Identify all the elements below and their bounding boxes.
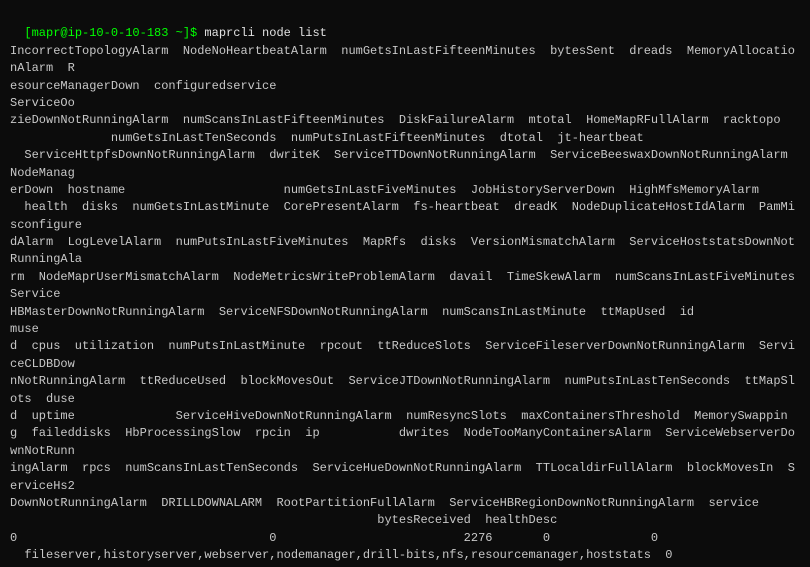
output-line: d cpus utilization numPutsInLastMinute r… xyxy=(10,338,800,373)
output-line: IncorrectTopologyAlarm NodeNoHeartbeatAl… xyxy=(10,43,800,78)
output-line: health disks numGetsInLastMinute CorePre… xyxy=(10,199,800,234)
output-line: fileserver,historyserver,webserver,nodem… xyxy=(10,547,800,564)
terminal-output: IncorrectTopologyAlarm NodeNoHeartbeatAl… xyxy=(10,43,800,567)
output-line: DownNotRunningAlarm DRILLDOWNALARM RootP… xyxy=(10,495,800,512)
output-line: erDown hostname numGetsInLastFiveMinutes… xyxy=(10,182,800,199)
output-line: HBMasterDownNotRunningAlarm ServiceNFSDo… xyxy=(10,304,800,339)
output-line: rm NodeMaprUserMismatchAlarm NodeMetrics… xyxy=(10,269,800,304)
terminal-window: [mapr@ip-10-0-10-183 ~]$ maprcli node li… xyxy=(0,0,810,567)
output-line: 0 0 2276 0 0 xyxy=(10,530,800,547)
terminal-command: maprcli node list xyxy=(197,26,327,40)
output-line: esourceManagerDown configuredservice Ser… xyxy=(10,78,800,113)
terminal-prompt: [mapr@ip-10-0-10-183 ~]$ xyxy=(24,26,197,40)
output-line: zieDownNotRunningAlarm numScansInLastFif… xyxy=(10,112,800,129)
output-line: bytesReceived healthDesc xyxy=(10,512,800,529)
output-line: ingAlarm rpcs numScansInLastTenSeconds S… xyxy=(10,460,800,495)
output-line: d uptime ServiceHiveDownNotRunningAlarm … xyxy=(10,408,800,425)
output-line: numGetsInLastTenSeconds numPutsInLastFif… xyxy=(10,130,800,147)
output-line: dAlarm LogLevelAlarm numPutsInLastFiveMi… xyxy=(10,234,800,269)
output-line: g faileddisks HbProcessingSlow rpcin ip … xyxy=(10,425,800,460)
output-line: ServiceHttpfsDownNotRunningAlarm dwriteK… xyxy=(10,147,800,182)
output-line: nNotRunningAlarm ttReduceUsed blockMoves… xyxy=(10,373,800,408)
